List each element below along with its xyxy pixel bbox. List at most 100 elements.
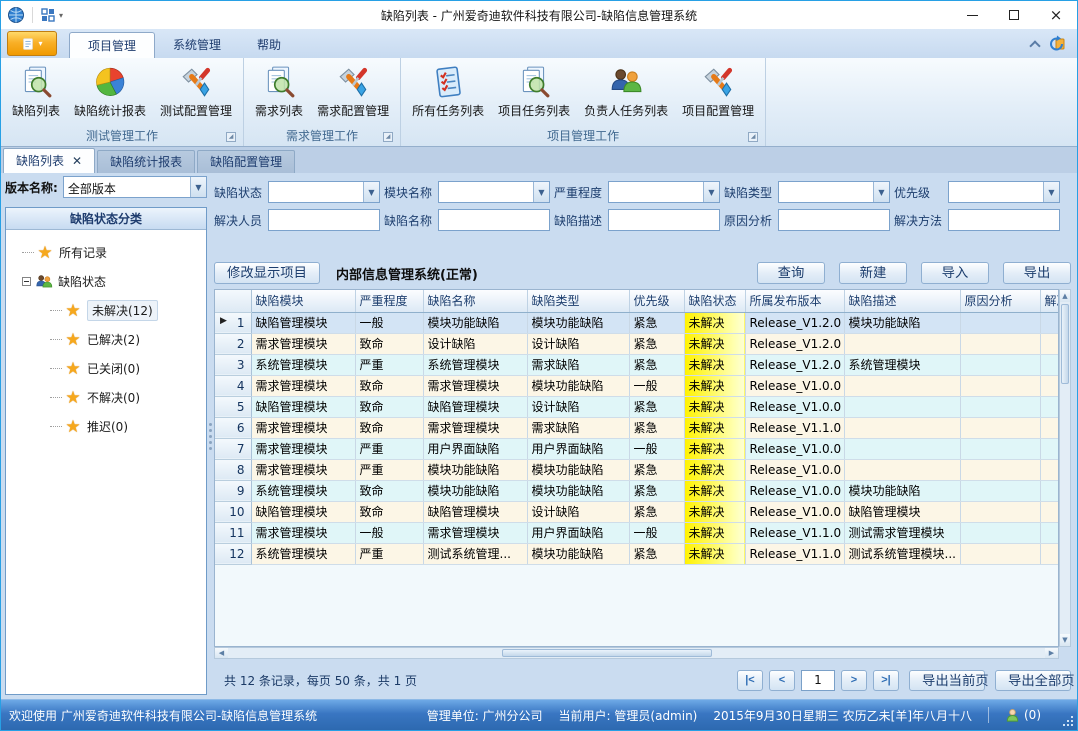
- last-page-button[interactable]: >|: [873, 670, 899, 691]
- main-area: 版本名称: 全部版本 ▼ 缺陷状态分类 ★所有记录缺陷状态★未解决(12)★已解…: [1, 173, 1077, 699]
- panel-splitter[interactable]: [207, 173, 214, 699]
- table-row[interactable]: 11需求管理模块一般需求管理模块用户界面缺陷一般未解决Release_V1.1.…: [215, 522, 1059, 543]
- tree-item-已关闭(0)[interactable]: ★已关闭(0): [6, 354, 206, 383]
- table-row[interactable]: 8需求管理模块严重模块功能缺陷模块功能缺陷紧急未解决Release_V1.0.0: [215, 459, 1059, 480]
- tree-item-不解决(0)[interactable]: ★不解决(0): [6, 383, 206, 412]
- table-row[interactable]: 9系统管理模块致命模块功能缺陷模块功能缺陷紧急未解决Release_V1.0.0…: [215, 480, 1059, 501]
- column-header-缺陷描述[interactable]: 缺陷描述: [844, 290, 960, 312]
- column-header-解决方法[interactable]: 解决方法: [1040, 290, 1059, 312]
- version-combo[interactable]: 全部版本 ▼: [63, 176, 207, 198]
- scroll-down-icon[interactable]: ▼: [1060, 634, 1070, 646]
- table-row[interactable]: 4需求管理模块致命需求管理模块模块功能缺陷一般未解决Release_V1.0.0: [215, 375, 1059, 396]
- column-header-缺陷名称[interactable]: 缺陷名称: [423, 290, 527, 312]
- tree-item-缺陷状态[interactable]: 缺陷状态: [6, 267, 206, 296]
- filter-combo-模块名称[interactable]: ▼: [438, 181, 550, 203]
- filter-combo-优先级[interactable]: ▼: [948, 181, 1060, 203]
- column-header-优先级[interactable]: 优先级: [629, 290, 684, 312]
- export-current-page-button[interactable]: 导出当前页: [909, 670, 985, 691]
- ribbon-tab-系统管理[interactable]: 系统管理: [155, 32, 239, 58]
- column-header-缺陷模块[interactable]: 缺陷模块: [251, 290, 355, 312]
- combo-dropdown-icon[interactable]: ▼: [873, 182, 889, 202]
- doc-tab-缺陷配置管理[interactable]: 缺陷配置管理: [197, 150, 295, 173]
- tree-item-推迟(0)[interactable]: ★推迟(0): [6, 412, 206, 441]
- toolbar-button-新建[interactable]: 新建: [839, 262, 907, 284]
- toolbar-button-查询[interactable]: 查询: [757, 262, 825, 284]
- scroll-left-icon[interactable]: ◀: [215, 648, 228, 658]
- filter-input-原因分析[interactable]: [778, 209, 890, 231]
- quick-access-caret-icon[interactable]: ▾: [59, 11, 63, 20]
- resize-grip-icon[interactable]: [1063, 716, 1074, 727]
- horizontal-scroll-thumb[interactable]: [502, 649, 713, 657]
- ribbon-button-负责人任务列表[interactable]: 负责人任务列表: [577, 60, 675, 121]
- column-header-缺陷类型[interactable]: 缺陷类型: [527, 290, 629, 312]
- table-row[interactable]: ▶1缺陷管理模块一般模块功能缺陷模块功能缺陷紧急未解决Release_V1.2.…: [215, 312, 1059, 333]
- dialog-launcher-icon[interactable]: ◢: [226, 132, 236, 142]
- table-row[interactable]: 5缺陷管理模块致命缺陷管理模块设计缺陷紧急未解决Release_V1.0.0: [215, 396, 1059, 417]
- ribbon-tab-帮助[interactable]: 帮助: [239, 32, 299, 58]
- column-header-所属发布版本[interactable]: 所属发布版本: [745, 290, 844, 312]
- filter-input-缺陷名称[interactable]: [438, 209, 550, 231]
- collapse-ribbon-icon[interactable]: [1029, 40, 1040, 51]
- ribbon-button-测试配置管理[interactable]: 测试配置管理: [153, 60, 239, 121]
- tree-expander-icon[interactable]: [22, 277, 31, 286]
- table-row[interactable]: 10缺陷管理模块致命缺陷管理模块设计缺陷紧急未解决Release_V1.0.0缺…: [215, 501, 1059, 522]
- ribbon-button-项目配置管理[interactable]: 项目配置管理: [675, 60, 761, 121]
- dialog-launcher-icon[interactable]: ◢: [748, 132, 758, 142]
- star-icon: ★: [64, 331, 82, 349]
- filter-field-解决方法: 解决方法: [894, 209, 1060, 231]
- next-page-button[interactable]: >: [841, 670, 867, 691]
- vertical-scroll-thumb[interactable]: [1061, 304, 1069, 384]
- maximize-button[interactable]: [993, 1, 1035, 29]
- cell-缺陷模块: 需求管理模块: [251, 522, 355, 543]
- close-button[interactable]: ×: [1035, 1, 1077, 29]
- tree-item-所有记录[interactable]: ★所有记录: [6, 238, 206, 267]
- filter-input-解决人员[interactable]: [268, 209, 380, 231]
- combo-dropdown-icon[interactable]: ▼: [363, 182, 379, 202]
- ribbon-button-缺陷列表[interactable]: 缺陷列表: [5, 60, 67, 121]
- application-menu-button[interactable]: ▾: [7, 31, 57, 56]
- table-row[interactable]: 2需求管理模块致命设计缺陷设计缺陷紧急未解决Release_V1.2.0: [215, 333, 1059, 354]
- toolbar-button-导出[interactable]: 导出: [1003, 262, 1071, 284]
- first-page-button[interactable]: |<: [737, 670, 763, 691]
- ribbon-button-需求列表[interactable]: 需求列表: [248, 60, 310, 121]
- table-row[interactable]: 7需求管理模块严重用户界面缺陷用户界面缺陷一般未解决Release_V1.0.0: [215, 438, 1059, 459]
- doc-tab-缺陷列表[interactable]: 缺陷列表✕: [3, 148, 95, 173]
- ribbon-button-缺陷统计报表[interactable]: 缺陷统计报表: [67, 60, 153, 121]
- export-all-pages-button[interactable]: 导出全部页: [995, 670, 1071, 691]
- column-header-严重程度[interactable]: 严重程度: [355, 290, 423, 312]
- page-number-input[interactable]: [801, 670, 835, 691]
- column-header-原因分析[interactable]: 原因分析: [960, 290, 1040, 312]
- modify-columns-button[interactable]: 修改显示项目: [214, 262, 320, 284]
- combo-dropdown-icon[interactable]: ▼: [533, 182, 549, 202]
- ribbon-button-需求配置管理[interactable]: 需求配置管理: [310, 60, 396, 121]
- scroll-up-icon[interactable]: ▲: [1060, 290, 1070, 302]
- version-combo-dropdown-icon[interactable]: ▼: [190, 177, 206, 197]
- tree-item-未解决(12)[interactable]: ★未解决(12): [6, 296, 206, 325]
- scroll-right-icon[interactable]: ▶: [1045, 648, 1058, 658]
- quick-access-grid-icon[interactable]: [40, 7, 56, 23]
- combo-dropdown-icon[interactable]: ▼: [703, 182, 719, 202]
- toolbar-button-导入[interactable]: 导入: [921, 262, 989, 284]
- ribbon-button-项目任务列表[interactable]: 项目任务列表: [491, 60, 577, 121]
- minimize-button[interactable]: [951, 1, 993, 29]
- table-row[interactable]: 6需求管理模块致命需求管理模块需求缺陷紧急未解决Release_V1.1.0: [215, 417, 1059, 438]
- ribbon-tab-项目管理[interactable]: 项目管理: [69, 32, 155, 58]
- doc-tab-缺陷统计报表[interactable]: 缺陷统计报表: [97, 150, 195, 173]
- combo-dropdown-icon[interactable]: ▼: [1043, 182, 1059, 202]
- action-buttons: 查询新建导入导出: [757, 262, 1071, 284]
- filter-combo-缺陷类型[interactable]: ▼: [778, 181, 890, 203]
- filter-input-缺陷描述[interactable]: [608, 209, 720, 231]
- tree-item-已解决(2)[interactable]: ★已解决(2): [6, 325, 206, 354]
- table-row[interactable]: 3系统管理模块严重系统管理模块需求缺陷紧急未解决Release_V1.2.0系统…: [215, 354, 1059, 375]
- column-header-缺陷状态[interactable]: 缺陷状态: [684, 290, 745, 312]
- tab-close-icon[interactable]: ✕: [72, 155, 82, 167]
- filter-combo-严重程度[interactable]: ▼: [608, 181, 720, 203]
- filter-combo-缺陷状态[interactable]: ▼: [268, 181, 380, 203]
- style-refresh-icon[interactable]: [1049, 35, 1067, 53]
- dialog-launcher-icon[interactable]: ◢: [383, 132, 393, 142]
- previous-page-button[interactable]: <: [769, 670, 795, 691]
- ribbon-button-所有任务列表[interactable]: 所有任务列表: [405, 60, 491, 121]
- message-indicator[interactable]: (0): [1005, 708, 1041, 723]
- filter-input-解决方法[interactable]: [948, 209, 1060, 231]
- table-row[interactable]: 12系统管理模块严重测试系统管理...模块功能缺陷紧急未解决Release_V1…: [215, 543, 1059, 564]
